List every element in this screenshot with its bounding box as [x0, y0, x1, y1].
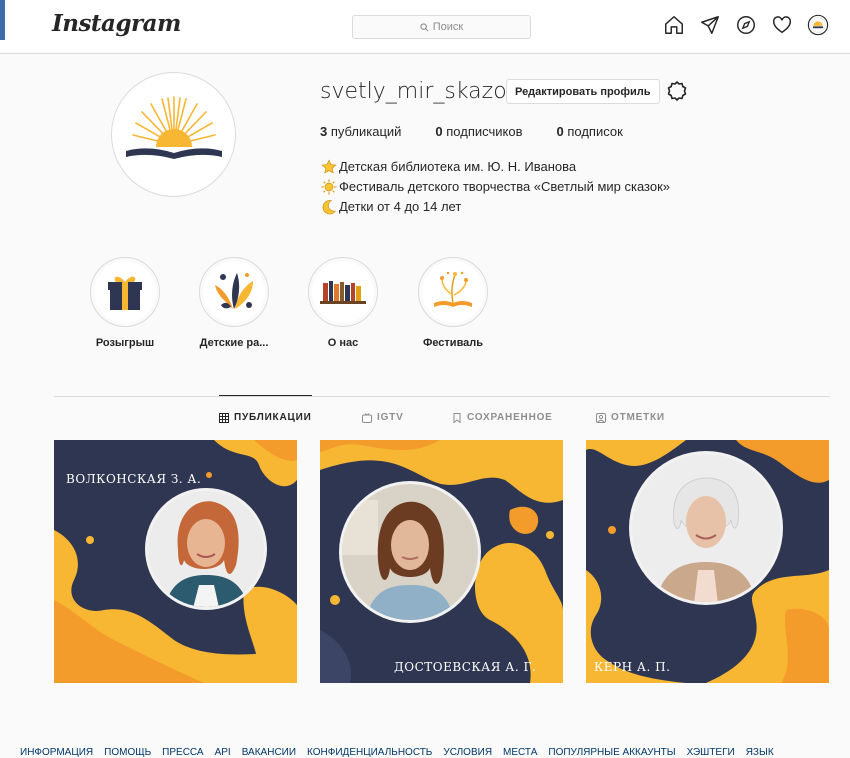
- leaves-icon: [203, 261, 265, 323]
- bio-text: Фестиваль детского творчества «Светлый м…: [339, 179, 670, 194]
- footer-link[interactable]: API: [215, 747, 231, 758]
- sunrise-book-logo: [126, 96, 222, 159]
- footer-link[interactable]: МЕСТА: [503, 747, 537, 758]
- bio-text: Детки от 4 до 14 лет: [339, 199, 462, 214]
- footer-link[interactable]: ХЭШТЕГИ: [687, 747, 735, 758]
- direct-icon[interactable]: [698, 13, 722, 37]
- footer-link[interactable]: КОНФИДЕНЦИАЛЬНОСТЬ: [307, 747, 432, 758]
- profile-avatar-icon[interactable]: [806, 13, 830, 37]
- bio-text: Детская библиотека им. Ю. Н. Иванова: [339, 159, 577, 174]
- post-caption: КЕРН А. П.: [594, 660, 671, 674]
- sun-icon: [320, 179, 337, 196]
- tab-igtv[interactable]: IGTV: [362, 412, 404, 423]
- footer-link[interactable]: ПОПУЛЯРНЫЕ АККАУНТЫ: [548, 747, 675, 758]
- settings-gear-icon[interactable]: [665, 79, 689, 103]
- followers-count[interactable]: 0 подписчиков: [435, 124, 522, 139]
- footer-link[interactable]: ЯЗЫК: [746, 747, 774, 758]
- footer-link[interactable]: ПРЕССА: [162, 747, 203, 758]
- post-caption: ДОСТОЕВСКАЯ А. Г.: [394, 660, 537, 674]
- footer-link[interactable]: ПОМОЩЬ: [104, 747, 151, 758]
- highlight-about[interactable]: О нас: [298, 257, 388, 349]
- highlight-label: О нас: [327, 337, 359, 349]
- highlight-giveaway[interactable]: Розыгрыш: [80, 257, 170, 349]
- explore-icon[interactable]: [734, 13, 758, 37]
- window-edge: [0, 0, 5, 40]
- highlight-festival[interactable]: Фестиваль: [408, 257, 498, 349]
- bio-line: Детская библиотека им. Ю. Н. Иванова: [320, 157, 670, 177]
- following-count[interactable]: 0 подписок: [557, 124, 623, 139]
- tabs-divider: [54, 396, 830, 397]
- tag-icon: [596, 412, 606, 423]
- star-icon: [320, 159, 337, 176]
- post-tile[interactable]: КЕРН А. П.: [586, 440, 829, 683]
- profile-username: svetly_mir_skazok: [320, 79, 520, 104]
- posts-count: 3 публикаций: [320, 124, 402, 139]
- bookmark-icon: [453, 412, 461, 423]
- tab-posts[interactable]: ПУБЛИКАЦИИ: [219, 412, 312, 423]
- profile-bio: Детская библиотека им. Ю. Н. Иванова Фес…: [320, 157, 670, 217]
- highlight-kids-works[interactable]: Детские ра...: [189, 257, 279, 349]
- book-sparkle-icon: [422, 261, 484, 323]
- grid-icon: [219, 412, 229, 423]
- highlight-label: Розыгрыш: [95, 337, 155, 349]
- post-tile[interactable]: ДОСТОЕВСКАЯ А. Г.: [320, 440, 563, 683]
- igtv-icon: [362, 412, 372, 423]
- instagram-logo[interactable]: Instagram: [52, 10, 181, 37]
- heart-icon[interactable]: [770, 13, 794, 37]
- highlight-label: Детские ра...: [199, 337, 269, 349]
- highlight-label: Фестиваль: [422, 337, 484, 349]
- profile-avatar[interactable]: [111, 72, 236, 197]
- top-bar: Instagram Поиск: [0, 0, 850, 54]
- post-caption: ВОЛКОНСКАЯ З. А.: [66, 472, 202, 486]
- bio-line: Детки от 4 до 14 лет: [320, 197, 670, 217]
- post-tile[interactable]: ВОЛКОНСКАЯ З. А.: [54, 440, 297, 683]
- moon-icon: [320, 199, 337, 216]
- profile-stats: 3 публикаций 0 подписчиков 0 подписок: [320, 124, 657, 139]
- bio-line: Фестиваль детского творчества «Светлый м…: [320, 177, 670, 197]
- books-icon: [312, 261, 374, 323]
- post-artwork: [320, 440, 563, 683]
- search-placeholder: Поиск: [432, 21, 464, 33]
- home-icon[interactable]: [662, 13, 686, 37]
- footer-link[interactable]: ВАКАНСИИ: [242, 747, 296, 758]
- post-artwork: [586, 440, 829, 683]
- gift-icon: [94, 261, 156, 323]
- search-icon: [420, 22, 429, 31]
- footer-links: ИНФОРМАЦИЯ ПОМОЩЬ ПРЕССА API ВАКАНСИИ КО…: [20, 747, 774, 758]
- footer-link[interactable]: УСЛОВИЯ: [443, 747, 492, 758]
- tab-tagged[interactable]: ОТМЕТКИ: [596, 412, 665, 423]
- tab-saved[interactable]: СОХРАНЕННОЕ: [452, 412, 553, 423]
- active-tab-indicator: [219, 395, 312, 396]
- search-input[interactable]: Поиск: [352, 15, 531, 39]
- profile-tabs: ПУБЛИКАЦИИ IGTV СОХРАНЕННОЕ ОТМЕТКИ: [0, 412, 850, 426]
- edit-profile-button[interactable]: Редактировать профиль: [506, 79, 660, 104]
- footer-link[interactable]: ИНФОРМАЦИЯ: [20, 747, 93, 758]
